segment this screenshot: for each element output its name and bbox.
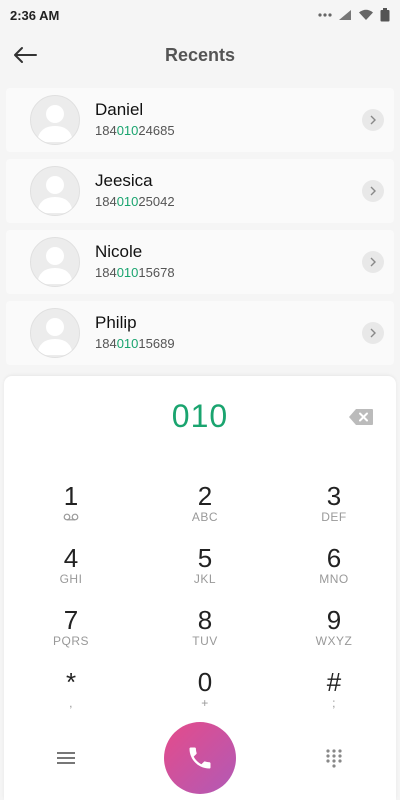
avatar [30, 166, 80, 216]
key-4[interactable]: 4 GHI [4, 538, 138, 600]
person-icon [37, 318, 73, 355]
dialpad-icon [326, 749, 342, 768]
key-9[interactable]: 9 WXYZ [272, 600, 396, 662]
header: Recents [0, 30, 400, 80]
key-2[interactable]: 2 ABC [138, 476, 272, 538]
dialed-number-display[interactable]: 010 [4, 398, 396, 435]
person-icon [37, 105, 73, 142]
avatar [30, 308, 80, 358]
chevron-right-icon [370, 115, 376, 125]
key-7[interactable]: 7 PQRS [4, 600, 138, 662]
recents-list: Daniel 18401024685 Jeesica 18401025042 N… [6, 88, 394, 372]
key-3[interactable]: 3 DEF [272, 476, 396, 538]
backspace-icon [349, 409, 373, 425]
call-button[interactable] [164, 722, 236, 794]
wifi-icon [359, 9, 373, 20]
dialpad-toggle-button[interactable] [320, 744, 348, 772]
key-0[interactable]: 0 + [138, 662, 272, 724]
contact-name: Daniel [95, 100, 144, 119]
key-star[interactable]: * , [4, 662, 138, 724]
more-dots-icon [318, 13, 332, 17]
key-6[interactable]: 6 MNO [272, 538, 396, 600]
key-1[interactable]: 1 [4, 476, 138, 538]
avatar [30, 237, 80, 287]
status-icons [318, 8, 390, 22]
details-button[interactable] [362, 322, 384, 344]
key-8[interactable]: 8 TUV [138, 600, 272, 662]
keypad: 1 2 ABC 3 DEF 4 GHI 5 JKL 6 MNO 7 PQRS 8… [4, 476, 396, 724]
contact-number: 18401025042 [95, 194, 175, 209]
contact-row[interactable]: Philip 18401015689 [6, 301, 394, 365]
details-button[interactable] [362, 109, 384, 131]
menu-button[interactable] [52, 744, 80, 772]
chevron-right-icon [370, 328, 376, 338]
status-time: 2:36 AM [10, 7, 60, 23]
person-icon [37, 176, 73, 213]
dialer-bottom-bar [4, 722, 396, 794]
page-title: Recents [164, 44, 236, 65]
contact-row[interactable]: Nicole 18401015678 [6, 230, 394, 294]
voicemail-icon [63, 513, 79, 521]
chevron-right-icon [370, 257, 376, 267]
contact-row[interactable]: Jeesica 18401025042 [6, 159, 394, 223]
key-5[interactable]: 5 JKL [138, 538, 272, 600]
battery-icon [380, 8, 390, 22]
menu-icon [57, 752, 75, 764]
key-hash[interactable]: # ; [272, 662, 396, 724]
contact-number: 18401024685 [95, 123, 175, 138]
chevron-right-icon [370, 186, 376, 196]
contact-name: Philip [95, 313, 137, 332]
phone-icon [189, 747, 211, 769]
contact-row[interactable]: Daniel 18401024685 [6, 88, 394, 152]
contact-name: Nicole [95, 242, 143, 261]
signal-icon [339, 10, 351, 20]
contact-number: 18401015678 [95, 265, 175, 280]
dial-panel: 010 1 2 ABC 3 DEF 4 GHI 5 JKL 6 MNO 7 PQ… [4, 376, 396, 800]
contact-number: 18401015689 [95, 336, 175, 351]
details-button[interactable] [362, 251, 384, 273]
avatar [30, 95, 80, 145]
status-bar: 2:36 AM [0, 0, 400, 30]
contact-name: Jeesica [95, 171, 153, 190]
back-button[interactable] [8, 38, 42, 72]
arrow-left-icon [14, 47, 37, 63]
backspace-button[interactable] [346, 406, 376, 428]
details-button[interactable] [362, 180, 384, 202]
person-icon [37, 247, 73, 284]
